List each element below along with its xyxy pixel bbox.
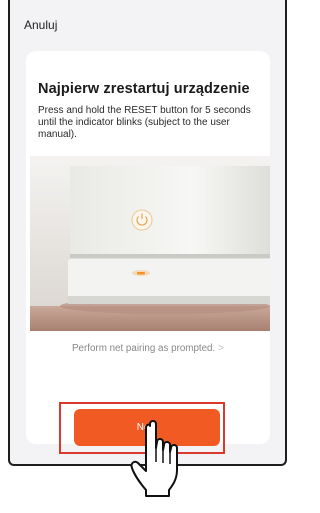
pairing-hint-text: Perform net pairing as prompted.	[72, 343, 216, 354]
pointer-hand-icon	[130, 420, 178, 497]
power-icon	[131, 209, 153, 231]
chevron-right-icon: >	[218, 343, 224, 354]
device-illustration	[30, 156, 270, 331]
phone-screen: Anuluj Najpierw zrestartuj urządzenie Pr…	[8, 0, 287, 466]
pairing-hint[interactable]: Perform net pairing as prompted. >	[26, 343, 270, 354]
page-title: Najpierw zrestartuj urządzenie	[38, 81, 250, 97]
instruction-text: Press and hold the RESET button for 5 se…	[38, 105, 251, 140]
cancel-link[interactable]: Anuluj	[24, 18, 57, 32]
reset-instruction-card: Najpierw zrestartuj urządzenie Press and…	[26, 51, 270, 444]
